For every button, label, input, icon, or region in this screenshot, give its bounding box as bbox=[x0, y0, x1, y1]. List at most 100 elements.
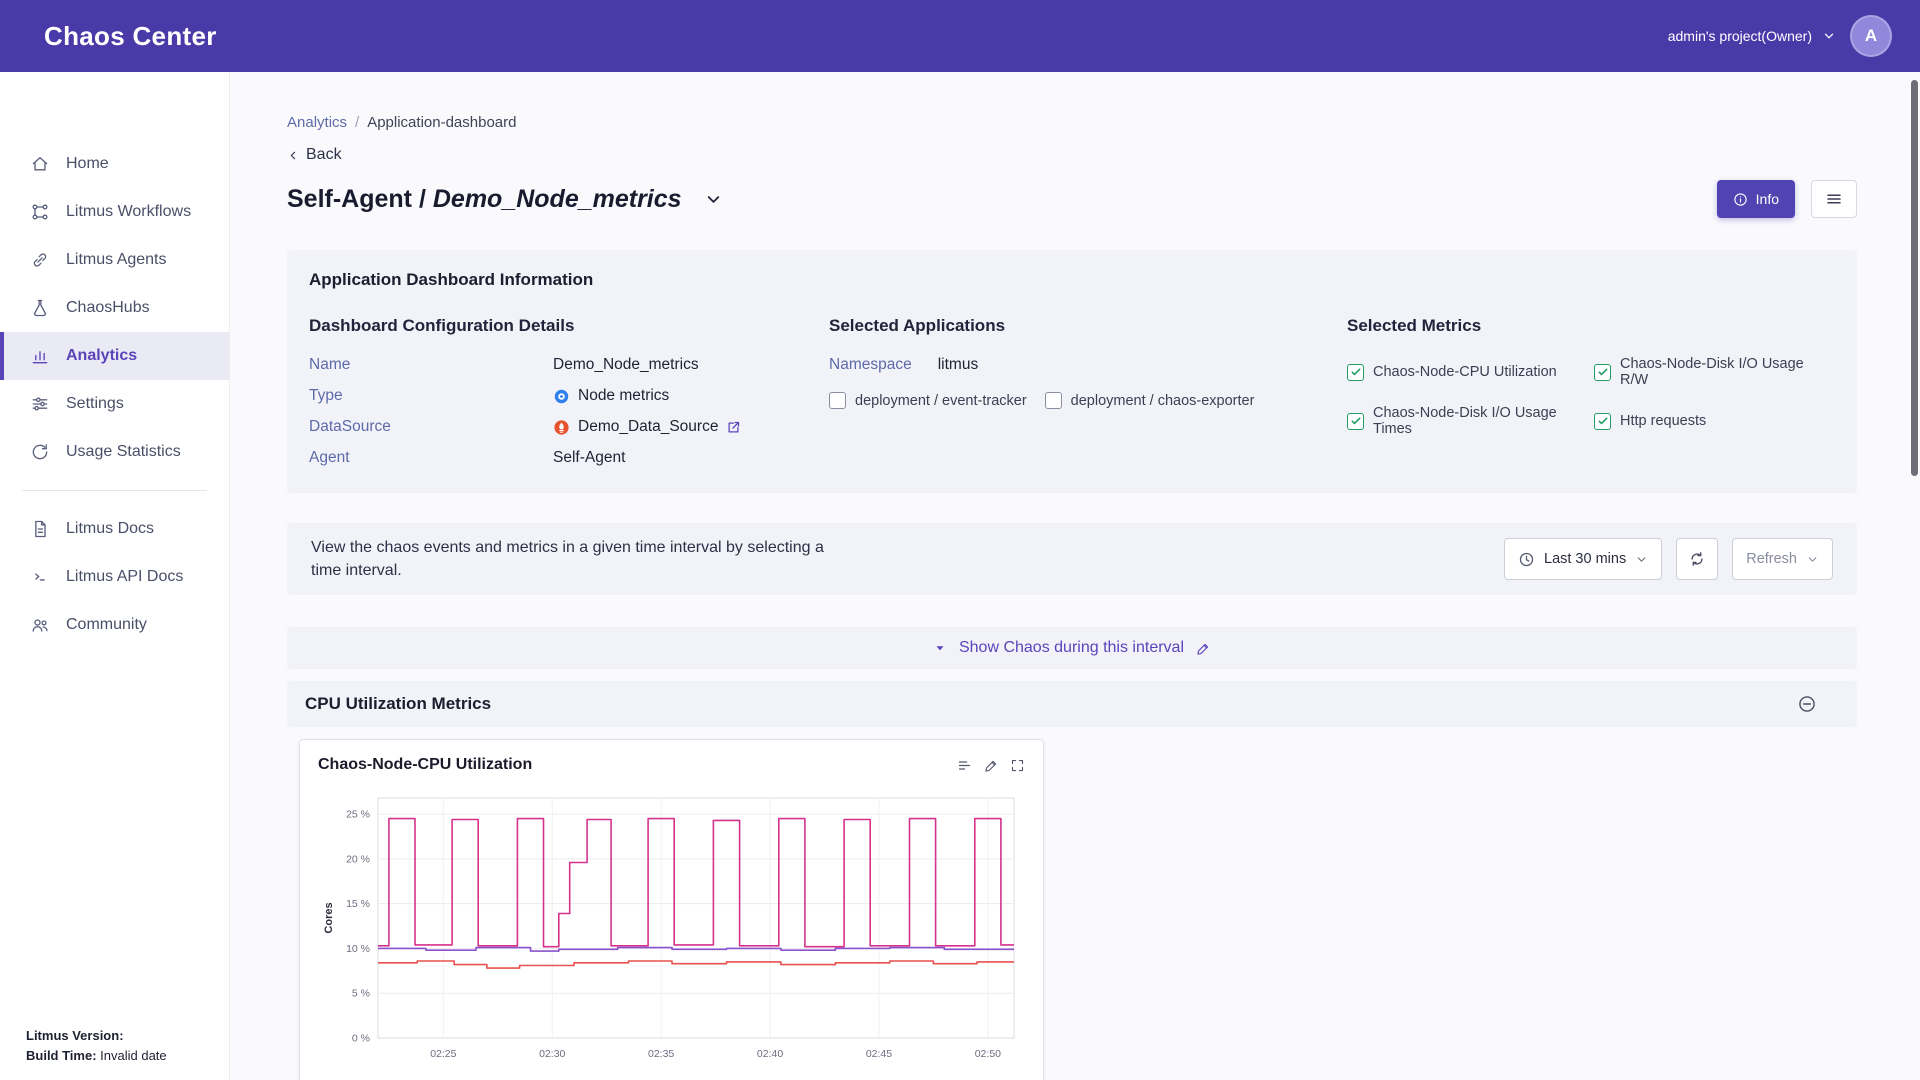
chart-edit-icon[interactable] bbox=[984, 758, 999, 773]
page-title: Self-Agent / Demo_Node_metrics bbox=[287, 185, 682, 214]
cpu-metrics-section-header: CPU Utilization Metrics bbox=[287, 681, 1857, 727]
sidebar-version-info: Litmus Version: Build Time: Invalid date bbox=[26, 1026, 167, 1066]
docs-icon bbox=[30, 519, 50, 539]
refresh-rate-select[interactable]: Refresh bbox=[1732, 538, 1833, 580]
config-agent-label: Agent bbox=[309, 449, 553, 467]
sidebar-item-home[interactable]: Home bbox=[0, 140, 229, 188]
config-name-label: Name bbox=[309, 356, 553, 374]
interval-bar: View the chaos events and metrics in a g… bbox=[287, 523, 1857, 595]
hamburger-icon bbox=[1825, 190, 1843, 208]
svg-text:25 %: 25 % bbox=[346, 809, 370, 821]
cpu-chart-svg: 0 %5 %10 %15 %20 %25 %02:2502:3002:3502:… bbox=[318, 786, 1024, 1078]
config-name-value: Demo_Node_metrics bbox=[553, 356, 829, 374]
app-checkbox-event-tracker[interactable] bbox=[829, 392, 846, 409]
sidebar-item-litmus-agents[interactable]: Litmus Agents bbox=[0, 236, 229, 284]
metric-option: Chaos-Node-Disk I/O Usage R/W bbox=[1594, 356, 1835, 388]
chart-expand-icon[interactable] bbox=[1010, 758, 1025, 773]
sidebar-divider bbox=[22, 490, 207, 491]
svg-text:20 %: 20 % bbox=[346, 853, 370, 865]
prometheus-icon bbox=[553, 419, 570, 436]
svg-text:02:35: 02:35 bbox=[648, 1048, 674, 1060]
metric-checkbox-cpu-utilization[interactable] bbox=[1347, 364, 1364, 381]
svg-text:02:45: 02:45 bbox=[866, 1048, 892, 1060]
metric-checkbox-http-requests[interactable] bbox=[1594, 413, 1611, 430]
chart-title: Chaos-Node-CPU Utilization bbox=[318, 756, 532, 774]
cpu-metrics-section-title: CPU Utilization Metrics bbox=[305, 694, 491, 714]
metric-option: Chaos-Node-CPU Utilization bbox=[1347, 356, 1594, 388]
namespace-label: Namespace bbox=[829, 356, 912, 374]
breadcrumb-application-dashboard[interactable]: Application-dashboard bbox=[367, 114, 516, 131]
time-range-select[interactable]: Last 30 mins bbox=[1504, 538, 1662, 580]
dashboard-switcher-chevron-icon[interactable] bbox=[704, 190, 723, 209]
usage-icon bbox=[30, 442, 50, 462]
cpu-utilization-chart-card: Chaos-Node-CPU Utilization 0 %5 %10 %15 … bbox=[299, 739, 1044, 1080]
refresh-icon bbox=[1688, 550, 1706, 568]
svg-text:02:30: 02:30 bbox=[539, 1048, 565, 1060]
edit-pencil-icon[interactable] bbox=[1196, 641, 1211, 656]
breadcrumb-analytics[interactable]: Analytics bbox=[287, 114, 347, 131]
breadcrumb-separator: / bbox=[355, 114, 359, 131]
config-datasource-label: DataSource bbox=[309, 418, 553, 436]
project-selector-label: admin's project(Owner) bbox=[1668, 28, 1812, 44]
sidebar: Home Litmus Workflows Litmus Agents Chao… bbox=[0, 72, 230, 1080]
workflows-icon bbox=[30, 202, 50, 222]
project-selector[interactable]: admin's project(Owner) bbox=[1668, 28, 1836, 44]
svg-text:0 %: 0 % bbox=[352, 1033, 370, 1045]
svg-text:02:40: 02:40 bbox=[757, 1048, 783, 1060]
chevron-down-icon bbox=[1806, 553, 1819, 566]
dashboard-menu-button[interactable] bbox=[1811, 180, 1857, 218]
info-button[interactable]: Info bbox=[1717, 180, 1795, 218]
sidebar-item-settings[interactable]: Settings bbox=[0, 380, 229, 428]
main-content: Analytics / Application-dashboard Back S… bbox=[230, 72, 1920, 1080]
metric-checkbox-disk-io-rw[interactable] bbox=[1594, 364, 1611, 381]
avatar[interactable]: A bbox=[1850, 15, 1892, 57]
chevron-down-icon bbox=[1635, 553, 1648, 566]
svg-text:02:50: 02:50 bbox=[975, 1048, 1001, 1060]
sidebar-item-community[interactable]: Community bbox=[0, 601, 229, 649]
svg-text:02:25: 02:25 bbox=[430, 1048, 456, 1060]
namespace-value: litmus bbox=[938, 356, 978, 374]
sidebar-item-litmus-docs[interactable]: Litmus Docs bbox=[0, 505, 229, 553]
config-type-label: Type bbox=[309, 387, 553, 405]
dashboard-info-panel: Application Dashboard Information Dashbo… bbox=[287, 250, 1857, 493]
top-bar: Chaos Center admin's project(Owner) A bbox=[0, 0, 1920, 72]
community-icon bbox=[30, 615, 50, 635]
sidebar-item-usage-statistics[interactable]: Usage Statistics bbox=[0, 428, 229, 476]
metric-option: Chaos-Node-Disk I/O Usage Times bbox=[1347, 405, 1594, 437]
application-option: deployment / event-tracker bbox=[829, 392, 1027, 409]
collapse-section-icon[interactable] bbox=[1797, 694, 1817, 714]
dashboard-info-title: Application Dashboard Information bbox=[309, 270, 1835, 290]
metric-checkbox-disk-io-times[interactable] bbox=[1347, 413, 1364, 430]
dropdown-arrow-icon bbox=[933, 641, 947, 655]
analytics-icon bbox=[30, 346, 50, 366]
selected-metrics: Selected Metrics Chaos-Node-CPU Utilizat… bbox=[1347, 316, 1835, 467]
app-checkbox-chaos-exporter[interactable] bbox=[1045, 392, 1062, 409]
refresh-now-button[interactable] bbox=[1676, 538, 1718, 580]
sidebar-item-litmus-workflows[interactable]: Litmus Workflows bbox=[0, 188, 229, 236]
show-chaos-toggle[interactable]: Show Chaos during this interval bbox=[287, 627, 1857, 669]
selected-applications: Selected Applications Namespace litmus d… bbox=[829, 316, 1347, 467]
config-agent-value: Self-Agent bbox=[553, 449, 829, 467]
chart-legend-icon[interactable] bbox=[956, 757, 973, 774]
window-scrollbar-thumb[interactable] bbox=[1911, 80, 1918, 476]
dashboard-config-details: Dashboard Configuration Details Name Dem… bbox=[309, 316, 829, 467]
config-datasource-value: Demo_Data_Source bbox=[553, 418, 829, 436]
back-button[interactable]: Back bbox=[287, 146, 342, 164]
config-type-value: Node metrics bbox=[553, 387, 829, 405]
node-metrics-icon bbox=[553, 388, 570, 405]
external-link-icon[interactable] bbox=[726, 420, 741, 435]
home-icon bbox=[30, 154, 50, 174]
sidebar-item-chaoshubs[interactable]: ChaosHubs bbox=[0, 284, 229, 332]
breadcrumb: Analytics / Application-dashboard bbox=[287, 114, 1857, 131]
chevron-left-icon bbox=[287, 149, 300, 162]
svg-text:5 %: 5 % bbox=[352, 988, 370, 1000]
svg-text:10 %: 10 % bbox=[346, 943, 370, 955]
interval-description: View the chaos events and metrics in a g… bbox=[311, 536, 841, 582]
svg-text:Cores: Cores bbox=[323, 902, 335, 933]
clock-icon bbox=[1518, 551, 1535, 568]
chevron-down-icon bbox=[1822, 29, 1836, 43]
cpu-chart[interactable]: 0 %5 %10 %15 %20 %25 %02:2502:3002:3502:… bbox=[318, 786, 1025, 1080]
sidebar-item-analytics[interactable]: Analytics bbox=[0, 332, 229, 380]
sidebar-item-litmus-api-docs[interactable]: Litmus API Docs bbox=[0, 553, 229, 601]
app-title: Chaos Center bbox=[44, 21, 217, 52]
